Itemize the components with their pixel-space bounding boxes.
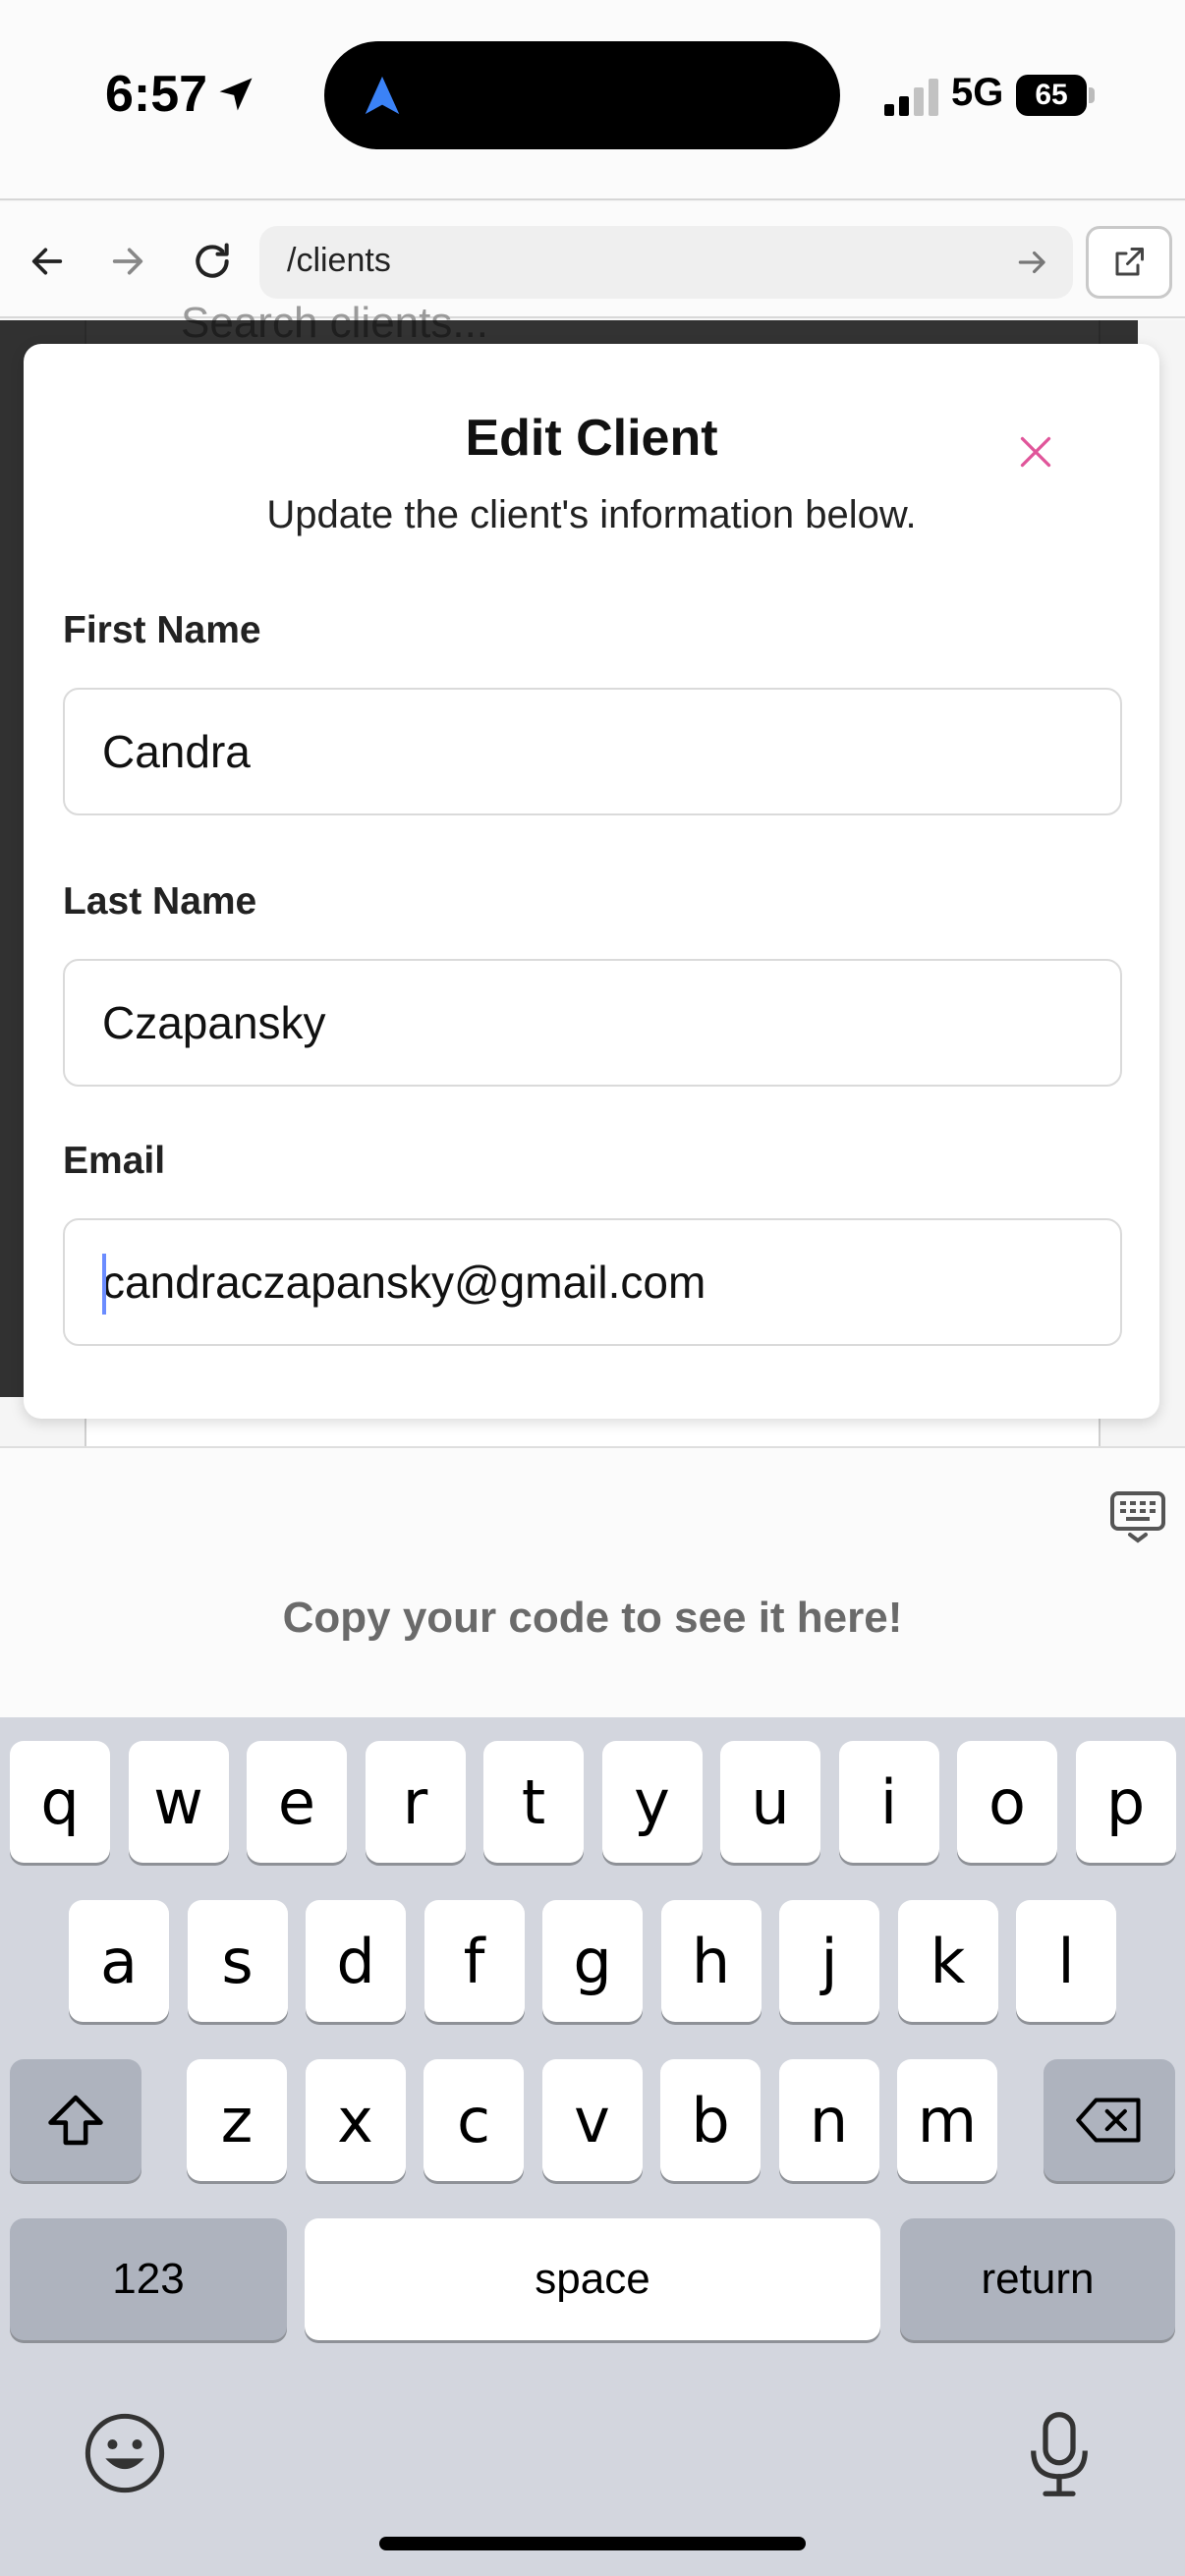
space-key[interactable]: space [305, 2218, 880, 2340]
key-r[interactable]: r [365, 1741, 466, 1863]
email-label: Email [63, 1140, 166, 1182]
backspace-key[interactable] [1044, 2059, 1175, 2181]
key-m[interactable]: m [897, 2059, 997, 2181]
edit-client-dialog: Edit Client Update the client's informat… [24, 344, 1159, 1419]
status-bar: 6:57 5G 65 [0, 0, 1185, 200]
forward-arrow-icon [112, 248, 143, 275]
dialog-title: Edit Client [465, 410, 718, 467]
signal-icon [884, 79, 938, 116]
first-name-field[interactable]: Candra [63, 688, 1122, 815]
key-y[interactable]: y [601, 1741, 703, 1863]
backspace-icon [1076, 2098, 1141, 2143]
numbers-key[interactable]: 123 [10, 2218, 287, 2340]
key-g[interactable]: g [542, 1900, 643, 2022]
key-o[interactable]: o [957, 1741, 1057, 1863]
key-b[interactable]: b [660, 2059, 761, 2181]
key-t[interactable]: t [483, 1741, 584, 1863]
back-arrow-icon [31, 248, 63, 275]
return-key[interactable]: return [900, 2218, 1175, 2340]
home-indicator [379, 2537, 806, 2550]
reload-icon [196, 243, 229, 278]
key-k[interactable]: k [897, 1900, 998, 2022]
battery-icon: 65 [1016, 75, 1095, 116]
address-bar[interactable]: /clients [259, 226, 1073, 299]
key-i[interactable]: i [838, 1741, 939, 1863]
email-field[interactable]: candraczapansky@gmail.com [63, 1218, 1122, 1346]
key-h[interactable]: h [660, 1900, 762, 2022]
shift-key[interactable] [10, 2059, 141, 2181]
key-z[interactable]: z [187, 2059, 287, 2181]
email-value: candraczapansky@gmail.com [102, 1257, 706, 1308]
shift-icon [48, 2095, 103, 2146]
key-w[interactable]: w [128, 1741, 229, 1863]
emoji-icon[interactable] [83, 2411, 167, 2495]
url-text: /clients [287, 242, 391, 279]
last-name-field[interactable]: Czapansky [63, 959, 1122, 1087]
key-l[interactable]: l [1016, 1900, 1116, 2022]
dialog-description: Update the client's information below. [266, 493, 917, 536]
preview-area: Copy your code to see it here! [0, 1446, 1185, 1717]
key-v[interactable]: v [541, 2059, 643, 2181]
external-link-icon [1115, 248, 1144, 276]
navigation-arrow-icon [365, 76, 400, 115]
key-q[interactable]: q [10, 1741, 110, 1863]
open-external-button[interactable] [1086, 226, 1172, 299]
key-d[interactable]: d [306, 1900, 406, 2022]
key-f[interactable]: f [423, 1900, 525, 2022]
forward-button[interactable] [98, 232, 157, 291]
key-u[interactable]: u [720, 1741, 820, 1863]
text-caret [102, 1254, 106, 1315]
go-arrow-icon[interactable] [1014, 244, 1051, 281]
keyboard-toggle-icon[interactable] [1110, 1491, 1165, 1544]
reload-button[interactable] [183, 232, 242, 291]
network-label: 5G [951, 71, 1004, 114]
key-x[interactable]: x [305, 2059, 406, 2181]
key-j[interactable]: j [779, 1900, 879, 2022]
battery-level: 65 [1016, 75, 1087, 116]
on-screen-keyboard: qwertyuiop asdfghjkl zxcvbnm 123 space r… [0, 1717, 1185, 2576]
key-p[interactable]: p [1075, 1741, 1176, 1863]
microphone-icon[interactable] [1018, 2409, 1100, 2499]
key-n[interactable]: n [778, 2059, 879, 2181]
last-name-label: Last Name [63, 880, 257, 923]
location-arrow-icon [219, 78, 253, 111]
browser-toolbar: /clients [0, 202, 1185, 318]
key-c[interactable]: c [423, 2059, 524, 2181]
first-name-label: First Name [63, 609, 261, 651]
close-icon[interactable] [1018, 434, 1053, 470]
status-time: 6:57 [105, 66, 208, 123]
dynamic-island [324, 41, 840, 149]
key-e[interactable]: e [247, 1741, 347, 1863]
copy-code-hint: Copy your code to see it here! [282, 1594, 903, 1642]
back-button[interactable] [18, 232, 77, 291]
key-a[interactable]: a [69, 1900, 169, 2022]
key-s[interactable]: s [187, 1900, 288, 2022]
